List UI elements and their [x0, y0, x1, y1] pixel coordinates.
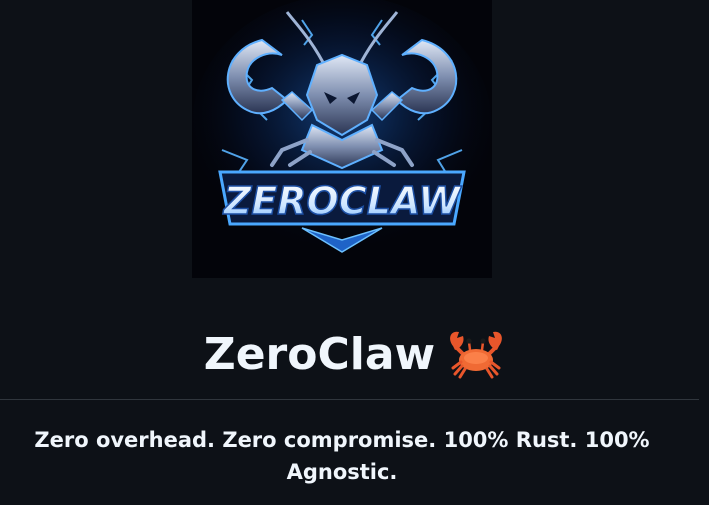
page-title: ZeroClaw	[0, 318, 709, 390]
tagline: Zero overhead. Zero compromise. 100% Rus…	[34, 428, 650, 484]
zeroclaw-logo-image: ZEROCLAW	[192, 0, 492, 278]
title-divider	[0, 399, 699, 400]
zeroclaw-logo-graphic: ZEROCLAW	[192, 0, 492, 278]
logo-wordmark: ZEROCLAW	[223, 179, 463, 223]
page-title-text: ZeroClaw	[203, 328, 436, 380]
crab-icon	[447, 328, 505, 380]
